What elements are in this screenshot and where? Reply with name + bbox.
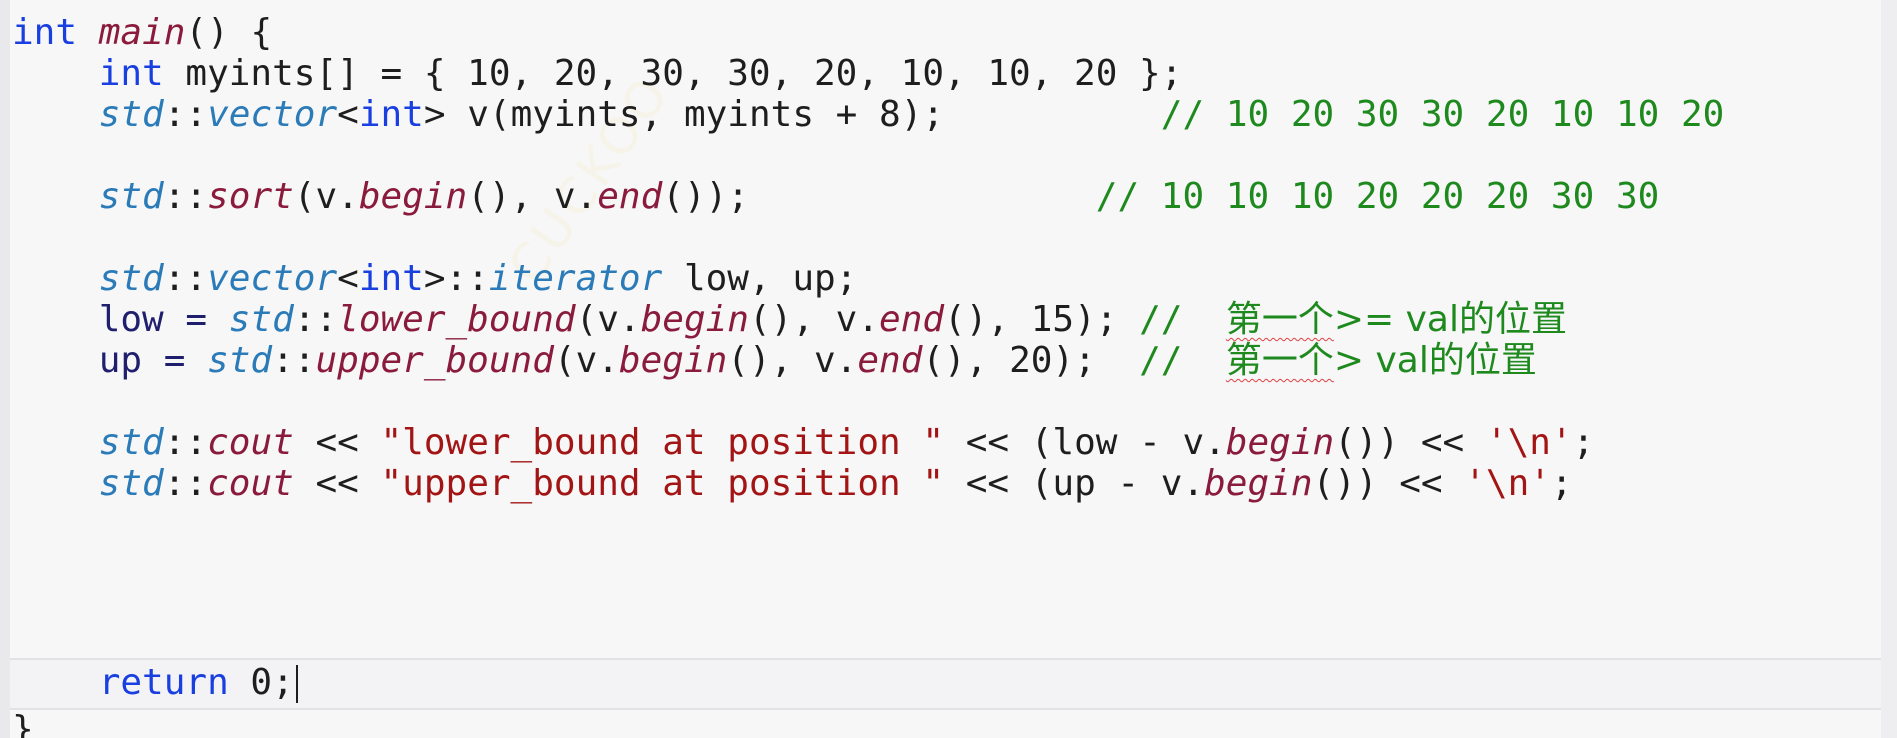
namespace-std: std	[98, 258, 164, 299]
comment-chinese-text: 第一个	[1225, 299, 1334, 340]
code-text: (), 15);	[944, 299, 1140, 340]
code-comment: // 10 10 10 20 20 20 30 30	[1095, 176, 1660, 217]
code-text: low, up;	[662, 258, 858, 299]
scope-operator: ::	[163, 422, 208, 463]
code-text: 0;	[228, 662, 294, 703]
namespace-std: std	[98, 422, 164, 463]
method-end: end	[857, 340, 923, 381]
type-vector: vector	[207, 258, 338, 299]
namespace-std: std	[228, 299, 294, 340]
code-text: << (up - v.	[944, 463, 1205, 504]
keyword-int: int	[358, 94, 424, 135]
function-main: main	[98, 12, 186, 53]
comment-slashes: //	[1139, 340, 1226, 381]
angle-close-scope: >::	[423, 258, 489, 299]
code-text: v(myints, myints + 8);	[467, 94, 945, 135]
comment-chinese-text: 第一个	[1225, 340, 1334, 381]
scope-operator: ::	[163, 258, 208, 299]
keyword-int: int	[12, 12, 78, 53]
comment-slashes: //	[1139, 299, 1226, 340]
code-text: (v.	[553, 340, 619, 381]
closing-brace: }	[12, 709, 34, 738]
keyword-return: return	[98, 662, 229, 703]
scope-operator: ::	[272, 340, 316, 381]
scope-operator: ::	[163, 463, 208, 504]
string-literal: "lower_bound at position "	[380, 422, 945, 463]
string-literal: "upper_bound at position "	[380, 463, 945, 504]
semicolon: ;	[1550, 463, 1573, 504]
comment-text: > val的位置	[1333, 340, 1537, 381]
comment-text: >= val的位置	[1333, 299, 1567, 340]
namespace-std: std	[98, 463, 164, 504]
code-text: (v.	[293, 176, 359, 217]
code-line-14[interactable]: return 0;	[12, 658, 298, 707]
text-caret	[295, 665, 298, 703]
code-text: << (low - v.	[944, 422, 1226, 463]
code-line-9[interactable]: up = std::upper_bound(v.begin(), v.end()…	[12, 336, 1537, 385]
code-text: (), 20);	[922, 340, 1140, 381]
scope-operator: ::	[163, 94, 208, 135]
method-begin: begin	[358, 176, 468, 217]
code-line-5[interactable]: std::sort(v.begin(), v.end()); // 10 10 …	[12, 172, 1660, 221]
namespace-std: std	[98, 94, 164, 135]
keyword-int: int	[358, 258, 424, 299]
scope-operator: ::	[293, 299, 338, 340]
code-text: () {	[185, 12, 273, 53]
angle-open: <	[337, 94, 359, 135]
code-text: ()) <<	[1334, 422, 1486, 463]
code-line-3[interactable]: std::vector<int> v(myints, myints + 8); …	[12, 90, 1725, 139]
method-begin: begin	[618, 340, 728, 381]
char-literal: '\n'	[1464, 463, 1551, 504]
code-text: myints[] = { 10, 20, 30, 30, 20, 10, 10,…	[163, 53, 1183, 94]
angle-close: >	[423, 94, 468, 135]
code-text: ()) <<	[1312, 463, 1465, 504]
keyword-int: int	[98, 53, 164, 94]
method-end: end	[597, 176, 663, 217]
semicolon: ;	[1572, 422, 1595, 463]
method-begin: begin	[1225, 422, 1335, 463]
code-line-15[interactable]: }	[12, 705, 34, 738]
object-cout: cout	[207, 422, 294, 463]
code-text: (), v.	[467, 176, 598, 217]
code-comment: // 10 20 30 30 20 10 10 20	[1160, 94, 1725, 135]
editor-scroll-edge	[1881, 0, 1897, 738]
code-text: (), v.	[727, 340, 858, 381]
scope-operator: ::	[163, 176, 208, 217]
object-cout: cout	[207, 463, 294, 504]
namespace-std: std	[98, 176, 164, 217]
code-editor[interactable]: CUCKOO int main() { int myints[] = { 10,…	[0, 0, 1897, 738]
stream-operator: <<	[293, 463, 381, 504]
variable-assign: up =	[98, 340, 208, 381]
code-line-12[interactable]: std::cout << "upper_bound at position " …	[12, 459, 1573, 508]
type-iterator: iterator	[488, 258, 663, 299]
stream-operator: <<	[293, 422, 381, 463]
angle-open: <	[337, 258, 359, 299]
code-text: (), v.	[748, 299, 880, 340]
code-text: ());	[662, 176, 749, 217]
method-begin: begin	[1204, 463, 1313, 504]
method-end: end	[879, 299, 945, 340]
function-upper-bound: upper_bound	[315, 340, 554, 381]
namespace-std: std	[207, 340, 273, 381]
function-sort: sort	[207, 176, 294, 217]
code-text: (v.	[575, 299, 641, 340]
type-vector: vector	[207, 94, 338, 135]
method-begin: begin	[640, 299, 749, 340]
char-literal: '\n'	[1485, 422, 1573, 463]
comment-padding	[749, 176, 1096, 217]
editor-gutter	[0, 0, 10, 738]
comment-padding	[944, 94, 1161, 135]
function-lower-bound: lower_bound	[337, 299, 576, 340]
variable-assign: low =	[98, 299, 229, 340]
